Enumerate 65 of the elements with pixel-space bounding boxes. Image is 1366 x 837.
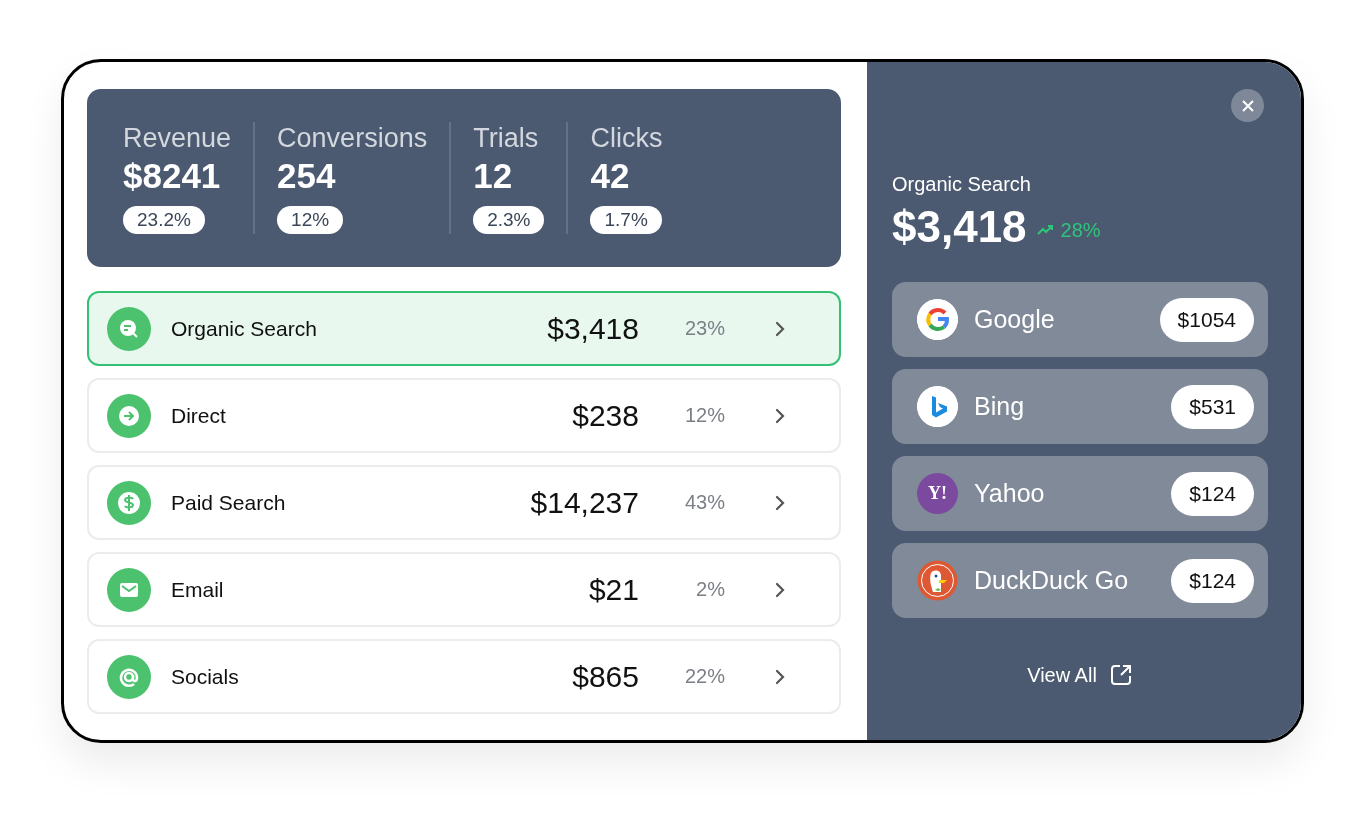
chevron-right-icon [773,580,787,599]
channel-share: 22% [683,665,725,688]
change-badge: 1.7% [590,206,662,234]
trend-up-icon [1036,224,1055,236]
stat-value: 12 [473,155,513,197]
channel-row[interactable]: Direct $238 12% [87,378,841,453]
change-badge: 12% [277,206,344,234]
source-card[interactable]: DuckDuck Go $124 [892,543,1268,618]
close-button[interactable] [1231,89,1264,122]
close-icon [1241,99,1254,112]
channel-amount: $238 [572,398,639,433]
chevron-right-icon [773,319,787,338]
source-name: Bing [974,392,1026,421]
channel-amount: $21 [588,572,639,607]
channel-name: Direct [171,403,227,428]
stat-value: 254 [277,155,336,197]
stat-label: Trials [473,122,539,154]
chevron-right-icon [773,493,787,512]
change-badge: 2.3% [473,206,545,234]
stat-value: 42 [590,155,630,197]
channel-row[interactable]: Organic Search $3,418 23% [87,291,841,366]
change-badge: 23.2% [123,206,205,234]
source-card[interactable]: Google $1054 [892,282,1268,357]
trend-percent: 28% [1060,218,1101,242]
stat-label: Conversions [277,122,428,154]
source-name: DuckDuck Go [974,566,1130,595]
yahoo-logo-icon: Y! [917,473,958,514]
channel-name: Socials [171,664,240,689]
detail-title: Organic Search [892,173,1032,196]
channel-amount: $14,237 [530,485,639,520]
channel-row[interactable]: Paid Search $14,237 43% [87,465,841,540]
duck-logo-icon [917,560,958,601]
source-name: Google [974,305,1056,334]
source-card[interactable]: Bing $531 [892,369,1268,444]
dollar-icon [107,480,151,525]
detail-amount: $3,418 [892,202,1027,252]
source-name: Yahoo [974,479,1046,508]
channel-row[interactable]: Socials $865 22% [87,639,841,714]
source-card[interactable]: Y! Yahoo $124 [892,456,1268,531]
source-amount: $124 [1171,471,1254,516]
source-amount: $531 [1171,384,1254,429]
channel-share: 23% [683,317,725,340]
channel-amount: $865 [572,659,639,694]
at-sign-icon [107,654,151,699]
stat-label: Revenue [123,122,232,154]
channel-share: 43% [683,491,725,514]
envelope-icon [107,567,151,612]
bing-logo-icon [917,386,958,427]
channel-name: Email [171,577,225,602]
channel-name: Paid Search [171,490,287,515]
channel-row[interactable]: Email $21 2% [87,552,841,627]
search-icon [107,306,151,351]
chevron-right-icon [773,406,787,425]
chevron-right-icon [773,667,787,686]
source-amount: $1054 [1159,297,1254,342]
channel-name: Organic Search [171,316,318,341]
channel-share: 12% [683,404,725,427]
google-logo-icon [917,299,958,340]
source-amount: $124 [1171,558,1254,603]
external-link-icon [1108,663,1133,687]
channel-amount: $3,418 [547,311,639,346]
view-all-link[interactable]: View All [1021,662,1139,688]
stat-value: $8241 [123,155,221,197]
stat-label: Clicks [590,122,663,154]
channel-share: 2% [695,578,725,601]
